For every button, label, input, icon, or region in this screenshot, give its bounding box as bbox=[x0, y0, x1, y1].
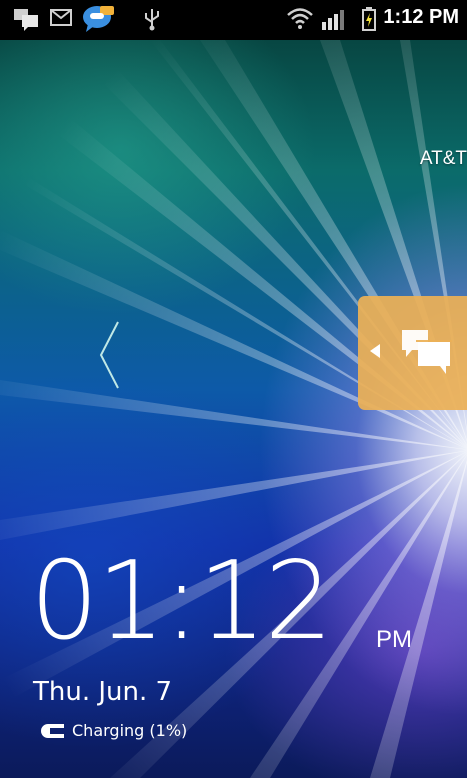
charging-status: Charging (1%) bbox=[36, 721, 187, 740]
lock-clock: 01:12 bbox=[30, 539, 333, 664]
messages-shortcut-tab[interactable] bbox=[358, 296, 467, 410]
lock-screen: 1:12 PM AT&T 01:12 PM Thu. Jun. 7 Chargi… bbox=[0, 0, 467, 778]
clock-ampm: PM bbox=[376, 626, 412, 653]
usb-icon bbox=[145, 9, 159, 31]
status-bar: 1:12 PM bbox=[0, 0, 467, 40]
battery-charging-icon bbox=[362, 7, 376, 31]
messages-icon bbox=[402, 330, 452, 374]
chat-notification-icon bbox=[14, 9, 38, 31]
talk-icon bbox=[83, 6, 114, 32]
wifi-icon bbox=[287, 8, 313, 29]
arrow-left-icon bbox=[370, 344, 380, 358]
lock-date: Thu. Jun. 7 bbox=[33, 677, 173, 707]
chevron-left-icon[interactable] bbox=[98, 320, 122, 390]
signal-icon bbox=[322, 10, 344, 30]
charging-plug-icon bbox=[41, 723, 64, 738]
charging-text: Charging (1%) bbox=[72, 721, 188, 740]
carrier-label: AT&T bbox=[419, 148, 467, 169]
gmail-icon bbox=[50, 9, 72, 26]
status-time: 1:12 PM bbox=[383, 6, 459, 28]
